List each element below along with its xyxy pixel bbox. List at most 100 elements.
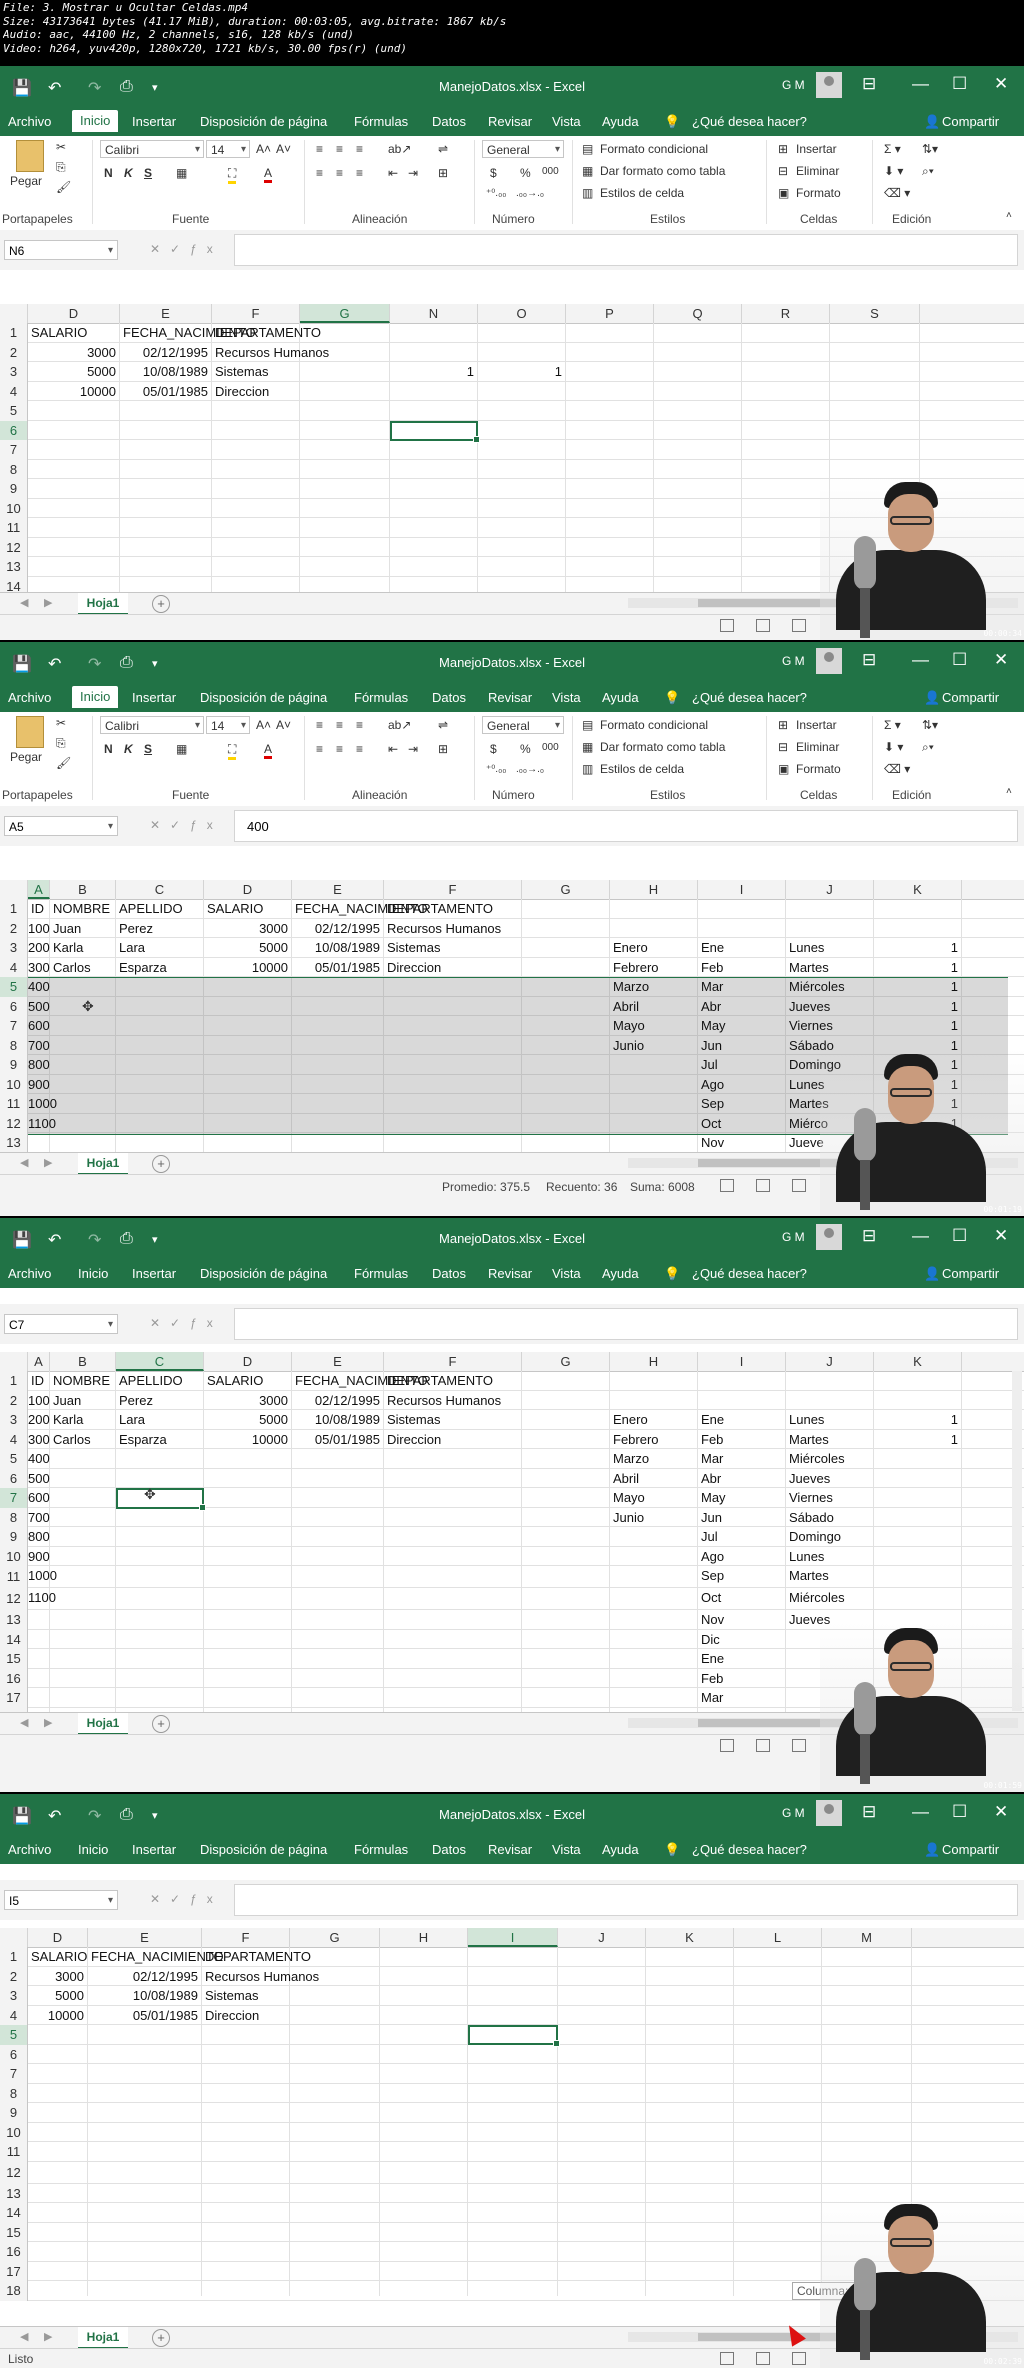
cell[interactable]: 10/08/1989 [120, 362, 208, 381]
currency-icon[interactable]: $ [490, 166, 497, 180]
tell-me-input[interactable]: ¿Qué desea hacer? [692, 1842, 807, 1857]
column-header-d[interactable]: D [28, 304, 120, 323]
cell[interactable]: Lunes [789, 1410, 824, 1429]
tab-fórmulas[interactable]: Fórmulas [354, 690, 408, 705]
delete-icon[interactable]: ⊟ [778, 164, 788, 178]
add-sheet-icon[interactable]: + [152, 1155, 170, 1173]
cell[interactable]: 400 [28, 977, 50, 996]
tab-disposicióndepágina[interactable]: Disposición de página [200, 1842, 327, 1857]
cell[interactable]: Sep [701, 1094, 724, 1113]
tab-ayuda[interactable]: Ayuda [602, 1266, 639, 1281]
cell[interactable]: SALARIO [31, 323, 87, 342]
cell[interactable]: Viernes [789, 1488, 833, 1507]
column-header-e[interactable]: E [88, 1928, 202, 1947]
cell[interactable]: Marzo [613, 1449, 649, 1468]
column-header-h[interactable]: H [610, 880, 698, 899]
delete-cells-button[interactable]: Eliminar [796, 740, 839, 754]
column-header-h[interactable]: H [610, 1352, 698, 1371]
paste-button[interactable]: Pegar [10, 750, 42, 764]
row-header-16[interactable]: 16 [0, 2242, 28, 2262]
row-header-11[interactable]: 11 [0, 1094, 28, 1114]
delete-cells-button[interactable]: Eliminar [796, 164, 839, 178]
column-header-d[interactable]: D [204, 1352, 292, 1371]
cell[interactable]: Miércoles [789, 977, 845, 996]
table-format-button[interactable]: Dar formato como tabla [600, 740, 725, 754]
prev-sheet-icon[interactable]: ◀ [20, 2330, 28, 2343]
page-layout-icon[interactable] [756, 619, 770, 632]
row-header-4[interactable]: 4 [0, 957, 28, 977]
paste-icon[interactable] [16, 716, 44, 748]
name-box[interactable]: C7 [4, 1314, 118, 1335]
tab-inicio[interactable]: Inicio [78, 1266, 108, 1281]
sheet-tab-hoja1[interactable]: Hoja1 [78, 1713, 128, 1735]
column-header-e[interactable]: E [292, 1352, 384, 1371]
row-header-11[interactable]: 11 [0, 518, 28, 538]
prev-sheet-icon[interactable]: ◀ [20, 1156, 28, 1169]
tab-insertar[interactable]: Insertar [132, 1842, 176, 1857]
share-icon[interactable]: 👤 [924, 1842, 940, 1858]
cell[interactable]: 1 [874, 977, 958, 996]
avatar[interactable] [816, 1224, 842, 1250]
tab-archivo[interactable]: Archivo [8, 114, 51, 129]
tab-archivo[interactable]: Archivo [8, 1842, 51, 1857]
cell[interactable]: 1 [874, 1410, 958, 1429]
format-cells-button[interactable]: Formato [796, 762, 841, 776]
column-header-h[interactable]: H [380, 1928, 468, 1947]
row-header-2[interactable]: 2 [0, 342, 28, 362]
column-header-g[interactable]: G [290, 1928, 380, 1947]
increase-indent-icon[interactable]: ⇥ [408, 742, 418, 756]
tab-insertar[interactable]: Insertar [132, 1266, 176, 1281]
row-header-5[interactable]: 5 [0, 1449, 28, 1469]
name-box[interactable]: I5 [4, 1890, 118, 1911]
row-header-12[interactable]: 12 [0, 2161, 28, 2184]
cell[interactable]: Abril [613, 997, 639, 1016]
cell[interactable]: 100 [28, 1391, 50, 1410]
cell[interactable]: Jun [701, 1036, 722, 1055]
tab-fórmulas[interactable]: Fórmulas [354, 114, 408, 129]
maximize-icon[interactable]: ☐ [952, 1226, 967, 1246]
cell[interactable]: 1000 [28, 1566, 57, 1585]
cell-styles-button[interactable]: Estilos de celda [600, 186, 684, 200]
fill-icon[interactable]: ⬇ ▾ [884, 740, 903, 754]
cell[interactable]: Ago [701, 1075, 724, 1094]
cell[interactable]: 02/12/1995 [292, 1391, 380, 1410]
page-break-icon[interactable] [792, 1739, 806, 1752]
borders-icon[interactable]: ▦ [176, 166, 187, 180]
page-layout-icon[interactable] [756, 1179, 770, 1192]
row-header-1[interactable]: 1 [0, 899, 28, 919]
page-break-icon[interactable] [792, 2352, 806, 2365]
cell[interactable]: Jueve [789, 1133, 824, 1152]
conditional-format-icon[interactable]: ▤ [582, 142, 593, 156]
row-header-10[interactable]: 10 [0, 1546, 28, 1566]
row-header-2[interactable]: 2 [0, 918, 28, 938]
number-format-combo[interactable]: General [482, 716, 564, 735]
cell[interactable]: Ene [701, 938, 724, 957]
column-header-a[interactable]: A [28, 1352, 50, 1371]
prev-sheet-icon[interactable]: ◀ [20, 1716, 28, 1729]
cell[interactable]: Ene [701, 1649, 724, 1668]
autosum-icon[interactable]: Σ ▾ [884, 718, 901, 732]
row-header-12[interactable]: 12 [0, 1588, 28, 1610]
row-header-6[interactable]: 6 [0, 420, 28, 440]
ribbon-display-icon[interactable]: ⊟ [862, 1226, 876, 1246]
cell[interactable]: Recursos Humanos [387, 1391, 501, 1410]
row-header-8[interactable]: 8 [0, 2083, 28, 2103]
cell[interactable]: Jueves [789, 997, 830, 1016]
column-header-g[interactable]: G [522, 1352, 610, 1371]
normal-view-icon[interactable] [720, 1179, 734, 1192]
cell[interactable]: 3000 [28, 1967, 84, 1986]
cell[interactable]: 300 [28, 1430, 50, 1449]
tab-revisar[interactable]: Revisar [488, 690, 532, 705]
comma-icon[interactable]: 000 [542, 742, 559, 753]
cell[interactable]: Sep [701, 1566, 724, 1585]
tell-me-input[interactable]: ¿Qué desea hacer? [692, 114, 807, 129]
paste-icon[interactable] [16, 140, 44, 172]
row-header-11[interactable]: 11 [0, 1566, 28, 1588]
cell[interactable]: APELLIDO [119, 899, 183, 918]
cell[interactable]: Lara [119, 938, 145, 957]
cell[interactable]: 10/08/1989 [292, 1410, 380, 1429]
insert-icon[interactable]: ⊞ [778, 142, 788, 156]
share-button[interactable]: Compartir [942, 1842, 999, 1857]
column-header-g[interactable]: G [300, 304, 390, 323]
cell[interactable]: Jul [701, 1527, 718, 1546]
